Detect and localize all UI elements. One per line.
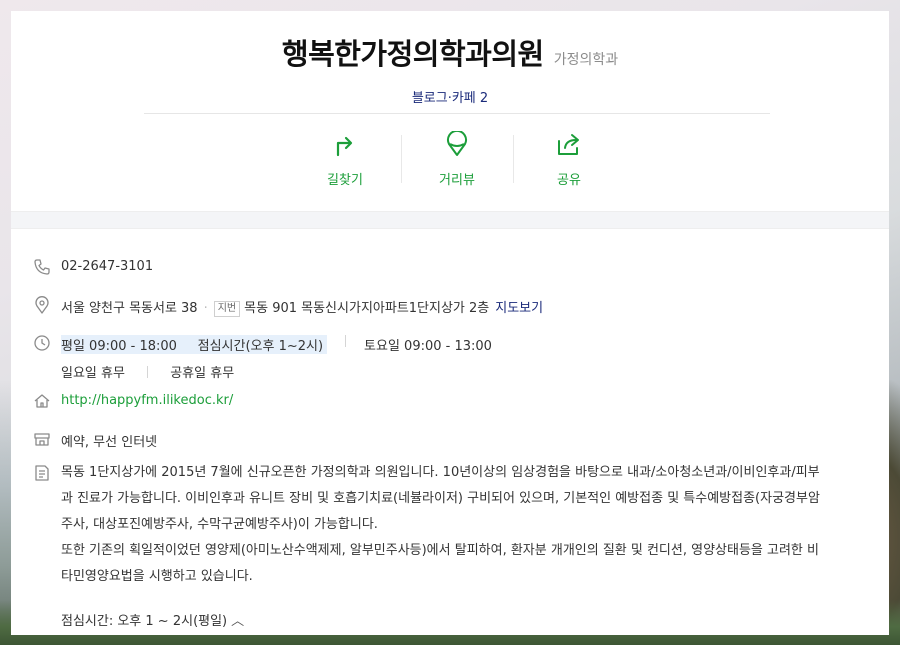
header-divider [144,113,770,114]
sunday-hours: 일요일 휴무 [61,366,125,381]
hours-row: 평일 09:00 - 18:00 점심시간(오후 1~2시) 토요일 09:00… [33,335,889,393]
clock-icon [33,334,51,352]
street-view-label: 거리뷰 [439,173,475,188]
store-icon [33,430,51,448]
holiday-hours: 공휴일 휴무 [170,366,235,381]
place-title: 행복한가정의학과의원 [281,37,544,71]
share-icon [558,134,579,155]
hours-separator [345,335,347,347]
street-view-icon [447,131,467,156]
saturday-hours: 토요일 09:00 - 13:00 [364,339,492,354]
hours-separator [147,366,149,378]
amenities-text: 예약, 무선 인터넷 [61,435,158,450]
info-section: 02-2647-3101 서울 양천구 목동서로 38 · 지번 목동 901 목동신… [11,229,889,629]
lunch-toggle[interactable]: 점심시간: 오후 1 ~ 2시(평일) ︿ [61,610,889,629]
website-link[interactable]: http://happyfm.ilikedoc.kr/ [61,393,233,408]
weekday-hours: 평일 09:00 - 18:00 [61,339,177,354]
title-row: 행복한가정의학과의원 가정의학과 [11,11,889,73]
action-bar: 길찾기 거리뷰 공유 [289,131,626,188]
place-category: 가정의학과 [553,52,619,68]
section-divider-band [11,211,889,229]
lunch-hours: 점심시간(오후 1~2시) [197,339,324,354]
home-icon [33,392,51,410]
website-row: http://happyfm.ilikedoc.kr/ [33,393,889,431]
address-dot: · [203,301,208,316]
share-label: 공유 [557,173,581,188]
directions-icon [336,136,353,157]
blog-cafe-link[interactable]: 블로그·카페 2 [11,87,889,106]
description-line: 목동 1단지상가에 2015년 7월에 신규오픈한 가정의학과 의원입니다. 1… [61,465,820,480]
description-line: 주사, 대상포진예방주사, 수막구균예방주사)이 가능합니다. [61,517,378,532]
lunch-toggle-label: 점심시간: 오후 1 ~ 2시(평일) [61,614,228,629]
weekday-hours-highlight: 평일 09:00 - 18:00 점심시간(오후 1~2시) [61,335,328,354]
phone-number[interactable]: 02-2647-3101 [61,259,153,274]
map-view-link[interactable]: 지도보기 [495,301,543,316]
description: 목동 1단지상가에 2015년 7월에 신규오픈한 가정의학과 의원입니다. 1… [61,460,887,590]
lot-address-badge: 지번 [213,301,241,317]
description-line: 타민영양요법을 시행하고 있습니다. [61,569,253,584]
street-view-button[interactable]: 거리뷰 [401,131,513,188]
directions-label: 길찾기 [327,173,363,188]
directions-button[interactable]: 길찾기 [289,131,401,188]
lot-address: 목동 901 목동신시가지아파트1단지상가 2층 [244,301,490,316]
location-pin-icon [33,296,51,314]
document-icon [33,464,51,482]
place-info-panel: 행복한가정의학과의원 가정의학과 블로그·카페 2 길찾기 거리뷰 공유 02-… [11,11,889,635]
phone-row: 02-2647-3101 [33,259,889,297]
description-line: 과 진료가 가능합니다. 이비인후과 유니트 장비 및 호흡기치료(네뷸라이저)… [61,491,820,506]
share-button[interactable]: 공유 [513,131,625,188]
place-header: 행복한가정의학과의원 가정의학과 블로그·카페 2 길찾기 거리뷰 공유 [11,11,889,211]
chevron-up-icon: ︿ [231,614,245,629]
description-row: 목동 1단지상가에 2015년 7월에 신규오픈한 가정의학과 의원입니다. 1… [33,465,889,590]
road-address: 서울 양천구 목동서로 38 [61,301,198,316]
address-row: 서울 양천구 목동서로 38 · 지번 목동 901 목동신시가지아파트1단지상가 2… [33,296,889,335]
phone-icon [33,258,51,276]
description-line: 또한 기존의 획일적이었던 영양제(아미노산수액제제, 알부민주사등)에서 탈피… [61,543,819,558]
